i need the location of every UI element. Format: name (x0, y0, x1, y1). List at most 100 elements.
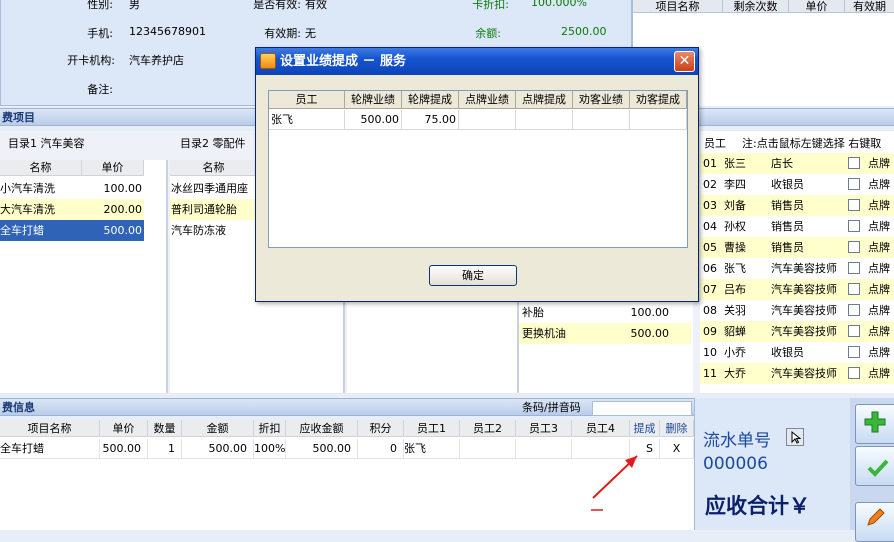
employee-id: 04 (703, 220, 717, 233)
dialog-cell[interactable] (459, 110, 516, 130)
consume-header-cell: 数量 (148, 420, 182, 437)
employee-id: 06 (703, 262, 717, 275)
catalog1-tab[interactable]: 目录1 汽车美容 (8, 135, 85, 153)
employee-row[interactable]: 04 孙权 销售员 点牌 (700, 216, 894, 237)
point-checkbox[interactable] (848, 325, 860, 337)
close-icon[interactable]: ✕ (674, 51, 695, 72)
point-checkbox[interactable] (848, 262, 860, 274)
barcode-input[interactable] (592, 401, 692, 416)
point-checkbox[interactable] (848, 304, 860, 316)
employee-row[interactable]: 09 貂蝉 汽车美容技师 点牌 (700, 321, 894, 342)
item-price: 500.00 (630, 327, 670, 340)
employee-row[interactable]: 10 小乔 收银员 点牌 (700, 342, 894, 363)
org-label: 开卡机构: (67, 54, 115, 67)
dialog-title-bar[interactable]: 设置业绩提成 － 服务 ✕ (256, 48, 698, 75)
consume-cell: 500.00 (100, 439, 148, 459)
catalog1-row-selected[interactable]: 全车打蜡 500.00 (0, 220, 144, 241)
consume-header-cell: 员工3 (516, 420, 572, 437)
item-price: 100.00 (630, 306, 670, 319)
employee-row[interactable]: 08 关羽 汽车美容技师 点牌 (700, 300, 894, 321)
dialog-header-cell: 点牌业绩 (459, 91, 516, 109)
phone-value: 12345678901 (129, 25, 206, 38)
dialog-cell[interactable]: 500.00 (345, 110, 402, 130)
catalog4-row[interactable]: 更换机油 500.00 (519, 323, 691, 344)
point-label: 点牌 (868, 283, 890, 296)
dialog-cell[interactable]: 75.00 (402, 110, 459, 130)
employee-id: 09 (703, 325, 717, 338)
catalog1-header-name: 名称 (0, 160, 82, 176)
cursor-icon[interactable] (786, 428, 804, 446)
catalog2-header-name: 名称 (170, 160, 258, 176)
catalog1-row[interactable]: 大汽车清洗 200.00 (0, 199, 144, 220)
employee-name: 李四 (724, 178, 746, 191)
commission-dialog: 设置业绩提成 － 服务 ✕ 员工 轮牌业绩 轮牌提成 点牌业绩 点牌提成 劝客业绩 劝客提成… (255, 47, 699, 302)
total-label: 应收合计￥ (705, 494, 810, 518)
discount-label: 卡折扣: (472, 0, 509, 11)
add-button[interactable] (855, 404, 894, 444)
point-checkbox[interactable] (848, 220, 860, 232)
app-icon (260, 53, 276, 69)
action-button-column (850, 398, 894, 542)
section-consume-bar: 费信息 条码/拼音码 (0, 398, 694, 416)
consume-cell: 500.00 (182, 439, 254, 459)
card-items-header: 项目名称 剩余次数 单价 有效期 (633, 0, 894, 13)
dialog-header-cell: 员工 (269, 91, 345, 109)
employee-id: 02 (703, 178, 717, 191)
employee-row[interactable]: 05 曹操 销售员 点牌 (700, 237, 894, 258)
point-checkbox[interactable] (848, 367, 860, 379)
employee-row[interactable]: 11 大乔 汽车美容技师 点牌 (700, 363, 894, 384)
consume-header-cell: 金额 (182, 420, 254, 437)
employee-role: 汽车美容技师 (771, 262, 837, 275)
point-checkbox[interactable] (848, 283, 860, 295)
consume-header-cell: 删除 (660, 420, 694, 437)
plus-icon (863, 410, 887, 437)
consume-header-cell: 积分 (358, 420, 404, 437)
point-checkbox[interactable] (848, 157, 860, 169)
item-name: 大汽车清洗 (0, 203, 55, 216)
dialog-cell[interactable] (573, 110, 630, 130)
item-price: 200.00 (103, 203, 143, 216)
dialog-cell[interactable]: 张飞 (269, 110, 345, 130)
point-checkbox[interactable] (848, 178, 860, 190)
edit-button[interactable] (855, 502, 894, 542)
point-checkbox[interactable] (848, 199, 860, 211)
dialog-title: 设置业绩提成 － 服务 (280, 54, 407, 69)
employee-hint: 注:点击鼠标左键选择 右键取 (742, 137, 882, 150)
dialog-cell[interactable] (516, 110, 573, 130)
employee-id: 01 (703, 157, 717, 170)
discount-value: 100.000% (531, 0, 587, 9)
consume-cell (460, 439, 516, 459)
employee-row[interactable]: 02 李四 收银员 点牌 (700, 174, 894, 195)
confirm-button[interactable] (855, 446, 894, 486)
consume-cell: 100% (254, 439, 286, 459)
item-name: 全车打蜡 (0, 224, 44, 237)
employee-row[interactable]: 07 吕布 汽车美容技师 点牌 (700, 279, 894, 300)
consume-cell: 0 (358, 439, 404, 459)
consume-cell: 500.00 (286, 439, 358, 459)
employee-name: 曹操 (724, 241, 746, 254)
employee-row[interactable]: 06 张飞 汽车美容技师 点牌 (700, 258, 894, 279)
employee-row[interactable]: 03 刘备 销售员 点牌 (700, 195, 894, 216)
catalog2-tab[interactable]: 目录2 零配件 (180, 135, 246, 153)
ok-button[interactable]: 确定 (429, 265, 517, 286)
header-cell: 剩余次数 (723, 0, 789, 13)
balance-value: 2500.00 (561, 25, 607, 38)
employee-name: 吕布 (724, 283, 746, 296)
employee-panel: 员工 注:点击鼠标左键选择 右键取 01 张三 店长 点牌 02 李四 收银员 点牌 03 刘备销… (700, 131, 894, 393)
employee-name: 大乔 (724, 367, 746, 380)
dialog-cell[interactable] (630, 110, 687, 130)
employee-id: 07 (703, 283, 717, 296)
valid-label: 是否有效: (253, 0, 301, 11)
catalog4-row[interactable]: 补胎 100.00 (519, 302, 691, 323)
item-name: 补胎 (522, 306, 544, 319)
point-label: 点牌 (868, 367, 890, 380)
item-name: 小汽车清洗 (0, 182, 55, 195)
dialog-header-cell: 轮牌提成 (402, 91, 459, 109)
section-consume-title: 费信息 (2, 401, 35, 414)
point-label: 点牌 (868, 178, 890, 191)
point-checkbox[interactable] (848, 346, 860, 358)
catalog1-row[interactable]: 小汽车清洗 100.00 (0, 178, 144, 199)
delete-cell[interactable]: X (660, 439, 694, 459)
employee-row[interactable]: 01 张三 店长 点牌 (700, 153, 894, 174)
point-checkbox[interactable] (848, 241, 860, 253)
